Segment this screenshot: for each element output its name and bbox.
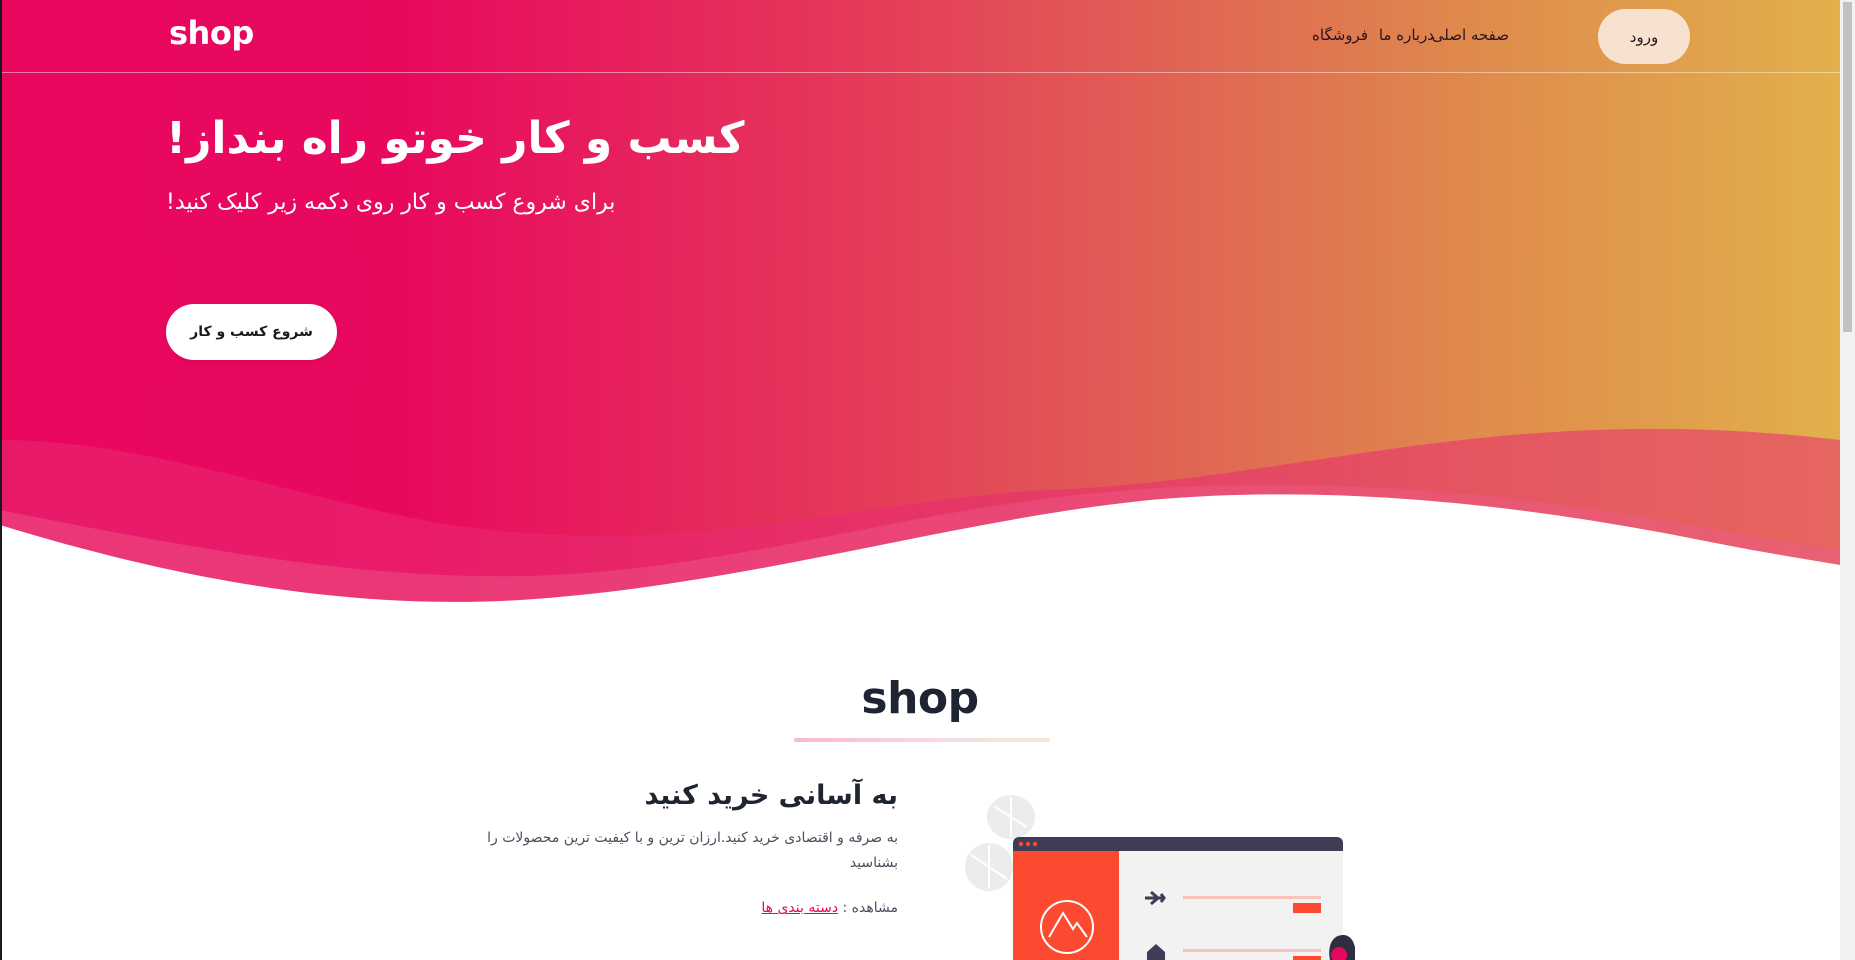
nav-link-shop[interactable]: فروشگاه bbox=[1312, 26, 1368, 44]
nav-link-about[interactable]: درباره ما bbox=[1379, 26, 1434, 44]
section-title: shop bbox=[861, 673, 979, 724]
home-row-bar bbox=[1183, 949, 1321, 952]
nav-link-home[interactable]: صفحه اصلی bbox=[1432, 26, 1509, 44]
hero-title: کسب و کار خوتو راه بنداز! bbox=[166, 113, 745, 164]
plane-row-bar bbox=[1183, 896, 1321, 899]
login-button[interactable]: ورود bbox=[1598, 9, 1690, 64]
section-divider bbox=[794, 738, 1050, 742]
plane-row-tag bbox=[1293, 903, 1321, 913]
hero-wave bbox=[0, 428, 1840, 630]
home-row-tag bbox=[1293, 956, 1321, 960]
vertical-scrollbar[interactable] bbox=[1840, 0, 1855, 960]
window-left-edge bbox=[0, 0, 2, 960]
scrollbar-thumb[interactable] bbox=[1843, 2, 1852, 332]
feature-description: به صرفه و اقتصادی خرید کنید.ارزان ترین و… bbox=[487, 830, 898, 871]
categories-link[interactable]: دسته بندی ها bbox=[761, 900, 838, 916]
shopping-illustration bbox=[965, 795, 1355, 960]
page: shop صفحه اصلی درباره ما فروشگاه ورود کس… bbox=[0, 0, 1840, 960]
feature-title: به آسانی خرید کنید bbox=[644, 780, 898, 811]
nav-links: صفحه اصلی درباره ما فروشگاه bbox=[0, 26, 1840, 50]
navbar: shop صفحه اصلی درباره ما فروشگاه ورود bbox=[0, 0, 1840, 73]
hero-subtitle: برای شروع کسب و کار روی دکمه زیر کلیک کن… bbox=[166, 190, 616, 215]
start-business-button[interactable]: شروع کسب و کار bbox=[166, 304, 337, 360]
feature-link-row: مشاهده : دسته بندی ها bbox=[460, 900, 898, 916]
feature-link-prefix: مشاهده : bbox=[842, 900, 899, 916]
